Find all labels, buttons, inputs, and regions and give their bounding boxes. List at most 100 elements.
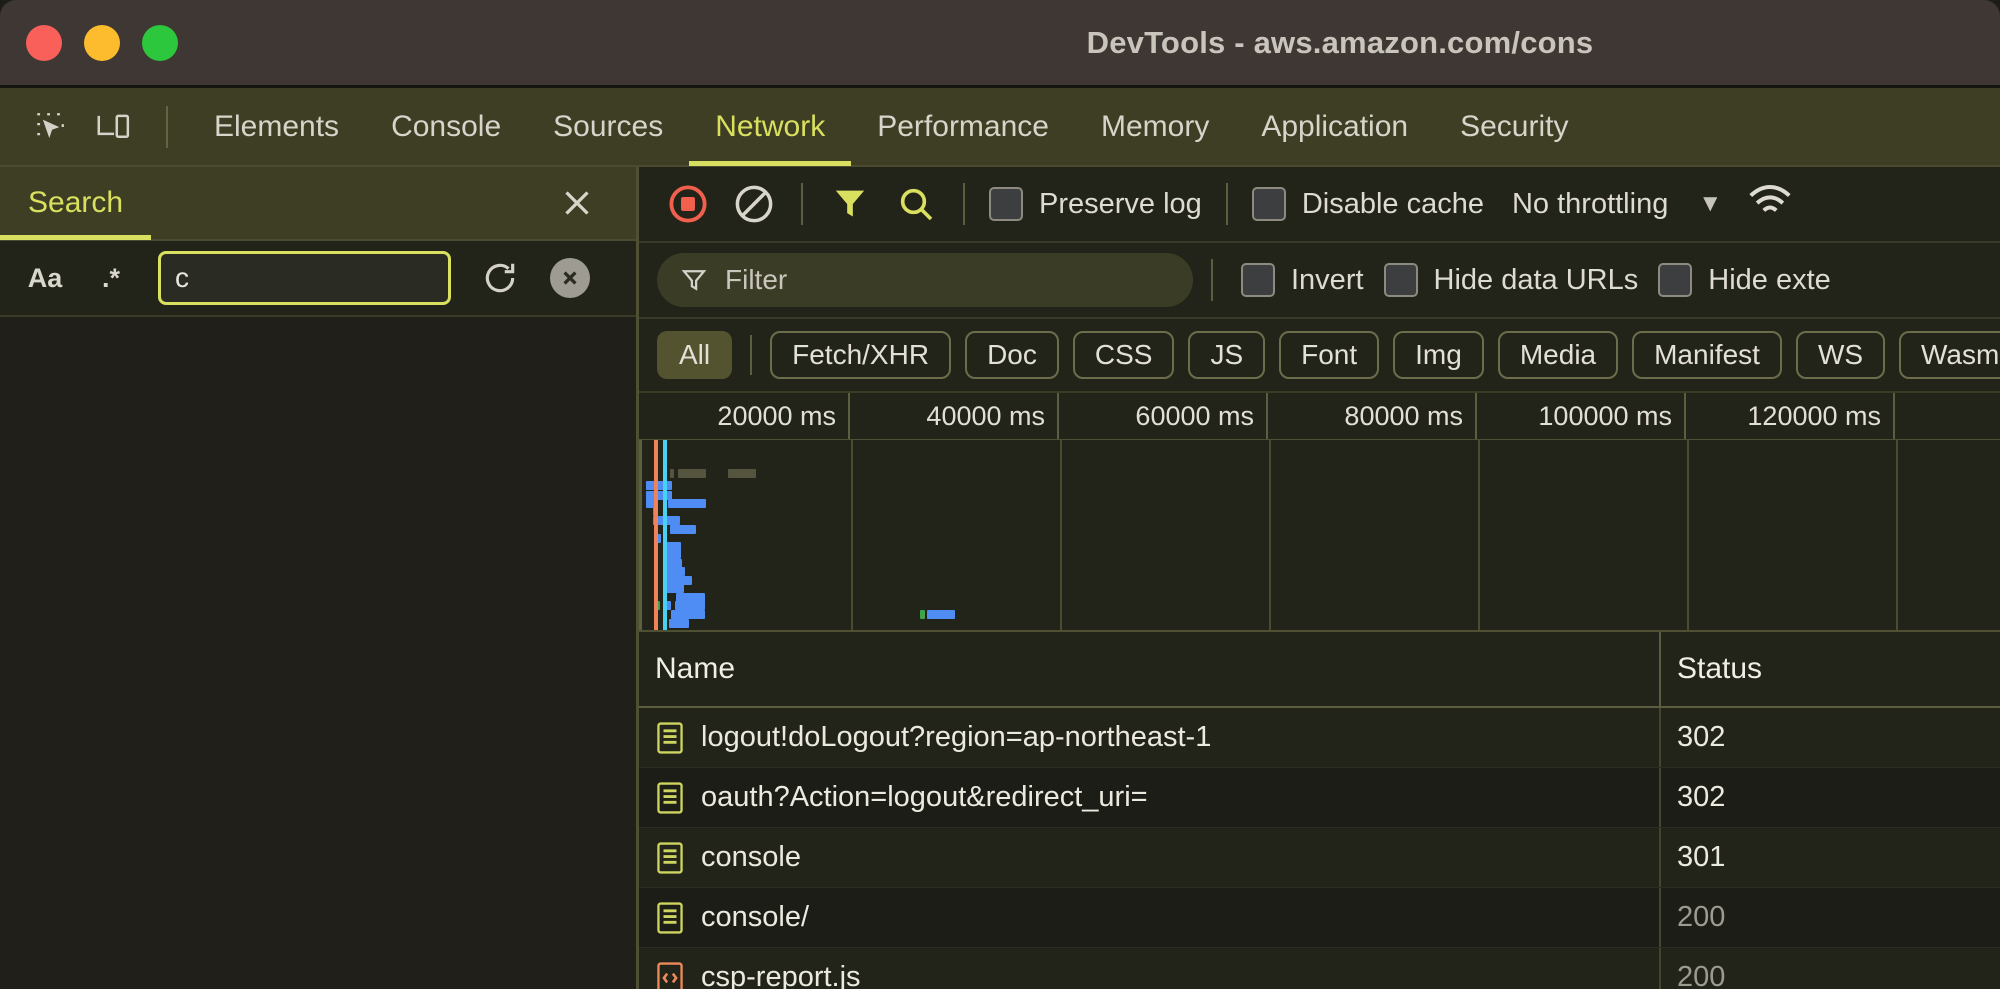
waterfall-bar xyxy=(666,584,684,593)
network-overview: 20000 ms 40000 ms 60000 ms 80000 ms 1000… xyxy=(639,393,2000,632)
toolbar-divider xyxy=(1211,259,1213,301)
chip-font[interactable]: Font xyxy=(1279,331,1380,379)
chip-doc[interactable]: Doc xyxy=(965,331,1059,379)
network-waterfall-overview[interactable] xyxy=(639,440,2000,630)
clear-input-icon[interactable] xyxy=(550,258,590,298)
tab-elements[interactable]: Elements xyxy=(188,87,365,166)
tab-application[interactable]: Application xyxy=(1235,87,1434,166)
table-row[interactable]: logout!doLogout?region=ap-northeast-1 30… xyxy=(639,708,2000,768)
filter-funnel-icon[interactable] xyxy=(817,174,883,234)
chip-wasm[interactable]: Wasm xyxy=(1899,331,2000,379)
request-name: csp-report.js xyxy=(701,961,861,989)
chip-css[interactable]: CSS xyxy=(1072,331,1175,379)
chip-img[interactable]: Img xyxy=(1393,331,1484,379)
timeline-tick: 60000 ms xyxy=(1057,393,1266,439)
record-stop-icon[interactable] xyxy=(655,174,721,234)
tab-security[interactable]: Security xyxy=(1434,87,1594,166)
regex-button[interactable]: .* xyxy=(80,250,142,306)
timeline-tick: 140 xyxy=(1893,393,2000,439)
preserve-log-label: Preserve log xyxy=(1039,187,1202,220)
hide-extension-urls-label: Hide exte xyxy=(1708,263,1831,296)
throttling-value: No throttling xyxy=(1511,187,1669,220)
cell-name: csp-report.js xyxy=(639,948,1659,989)
cell-status: 302 xyxy=(1659,708,2000,767)
hide-data-urls-checkbox[interactable]: Hide data URLs xyxy=(1374,263,1649,297)
tab-network[interactable]: Network xyxy=(689,87,851,166)
maximize-window-button[interactable] xyxy=(142,24,178,61)
timeline-axis: 20000 ms 40000 ms 60000 ms 80000 ms 1000… xyxy=(639,393,2000,440)
waterfall-bar xyxy=(678,469,706,478)
throttling-dropdown[interactable]: No throttling ▼ xyxy=(1512,188,1722,221)
clear-icon[interactable] xyxy=(721,174,787,234)
search-results-list[interactable] xyxy=(0,317,636,989)
timeline-tick: 100000 ms xyxy=(1475,393,1684,439)
search-toolbar: Aa .* xyxy=(0,241,636,317)
checkbox-box[interactable] xyxy=(1658,263,1693,297)
chevron-down-icon[interactable]: ▼ xyxy=(1698,190,1722,218)
checkbox-box[interactable] xyxy=(1383,263,1418,297)
chip-js[interactable]: JS xyxy=(1188,331,1266,379)
waterfall-bar xyxy=(666,567,685,576)
waterfall-bar xyxy=(670,469,674,478)
tab-search[interactable]: Search xyxy=(0,166,151,240)
wifi-icon[interactable] xyxy=(1748,183,1792,226)
cell-status: 302 xyxy=(1659,768,2000,827)
timeline-tick: 20000 ms xyxy=(717,400,836,431)
inspect-element-icon[interactable] xyxy=(18,97,82,157)
checkbox-box[interactable] xyxy=(1251,187,1286,221)
waterfall-bar xyxy=(669,619,689,628)
chip-all[interactable]: All xyxy=(657,331,733,379)
table-header-row: Name Status xyxy=(639,632,2000,708)
table-row[interactable]: oauth?Action=logout&redirect_uri= 302 xyxy=(639,768,2000,828)
match-case-button[interactable]: Aa xyxy=(14,250,76,306)
tab-console[interactable]: Console xyxy=(365,87,527,166)
cell-status: 200 xyxy=(1659,948,2000,989)
minimize-window-button[interactable] xyxy=(84,24,120,61)
tab-sources[interactable]: Sources xyxy=(527,87,689,166)
search-drawer-tabbar: Search xyxy=(0,167,636,241)
column-header-name[interactable]: Name xyxy=(639,632,1659,706)
timeline-tick: 40000 ms xyxy=(848,393,1057,439)
waterfall-bar xyxy=(675,601,705,610)
disable-cache-checkbox[interactable]: Disable cache xyxy=(1242,187,1494,221)
preserve-log-checkbox[interactable]: Preserve log xyxy=(979,187,1212,221)
chip-media[interactable]: Media xyxy=(1497,331,1619,379)
chip-fetch-xhr[interactable]: Fetch/XHR xyxy=(770,331,952,379)
disable-cache-label: Disable cache xyxy=(1301,187,1484,220)
close-window-button[interactable] xyxy=(26,24,62,61)
hide-extension-urls-checkbox[interactable]: Hide exte xyxy=(1648,263,1841,297)
cell-name: oauth?Action=logout&redirect_uri= xyxy=(639,768,1659,827)
tab-performance[interactable]: Performance xyxy=(851,87,1075,166)
network-filter-row: Filter Invert Hide data URLs Hide exte xyxy=(639,243,2000,319)
table-row[interactable]: console 301 xyxy=(639,828,2000,888)
hide-data-urls-label: Hide data URLs xyxy=(1433,263,1639,296)
device-toolbar-icon[interactable] xyxy=(82,97,146,157)
request-name: logout!doLogout?region=ap-northeast-1 xyxy=(701,721,1212,753)
timeline-tick: 80000 ms xyxy=(1266,393,1475,439)
request-name: console/ xyxy=(701,901,810,933)
waterfall-bar xyxy=(646,481,672,490)
cell-name: console xyxy=(639,828,1659,887)
table-row[interactable]: csp-report.js 200 xyxy=(639,948,2000,989)
script-icon xyxy=(655,960,685,989)
chip-manifest[interactable]: Manifest xyxy=(1632,331,1782,379)
column-header-status[interactable]: Status xyxy=(1659,632,2000,706)
search-icon[interactable] xyxy=(883,174,949,234)
invert-checkbox[interactable]: Invert xyxy=(1231,263,1374,297)
search-input[interactable] xyxy=(161,262,550,294)
checkbox-box[interactable] xyxy=(1241,263,1275,297)
close-icon[interactable] xyxy=(554,180,600,226)
filter-input-wrapper[interactable]: Filter xyxy=(657,253,1193,307)
load-event-line xyxy=(663,440,667,630)
waterfall-bar xyxy=(671,610,705,619)
chip-divider xyxy=(750,335,753,375)
checkbox-box[interactable] xyxy=(989,187,1023,221)
table-row[interactable]: console/ 200 xyxy=(639,888,2000,948)
tab-memory[interactable]: Memory xyxy=(1075,87,1235,166)
waterfall-bar xyxy=(920,610,925,619)
cell-status: 200 xyxy=(1659,888,2000,947)
domcontentloaded-event-line xyxy=(654,440,658,630)
document-icon xyxy=(655,720,685,756)
invert-label: Invert xyxy=(1291,263,1364,296)
chip-ws[interactable]: WS xyxy=(1795,331,1886,379)
